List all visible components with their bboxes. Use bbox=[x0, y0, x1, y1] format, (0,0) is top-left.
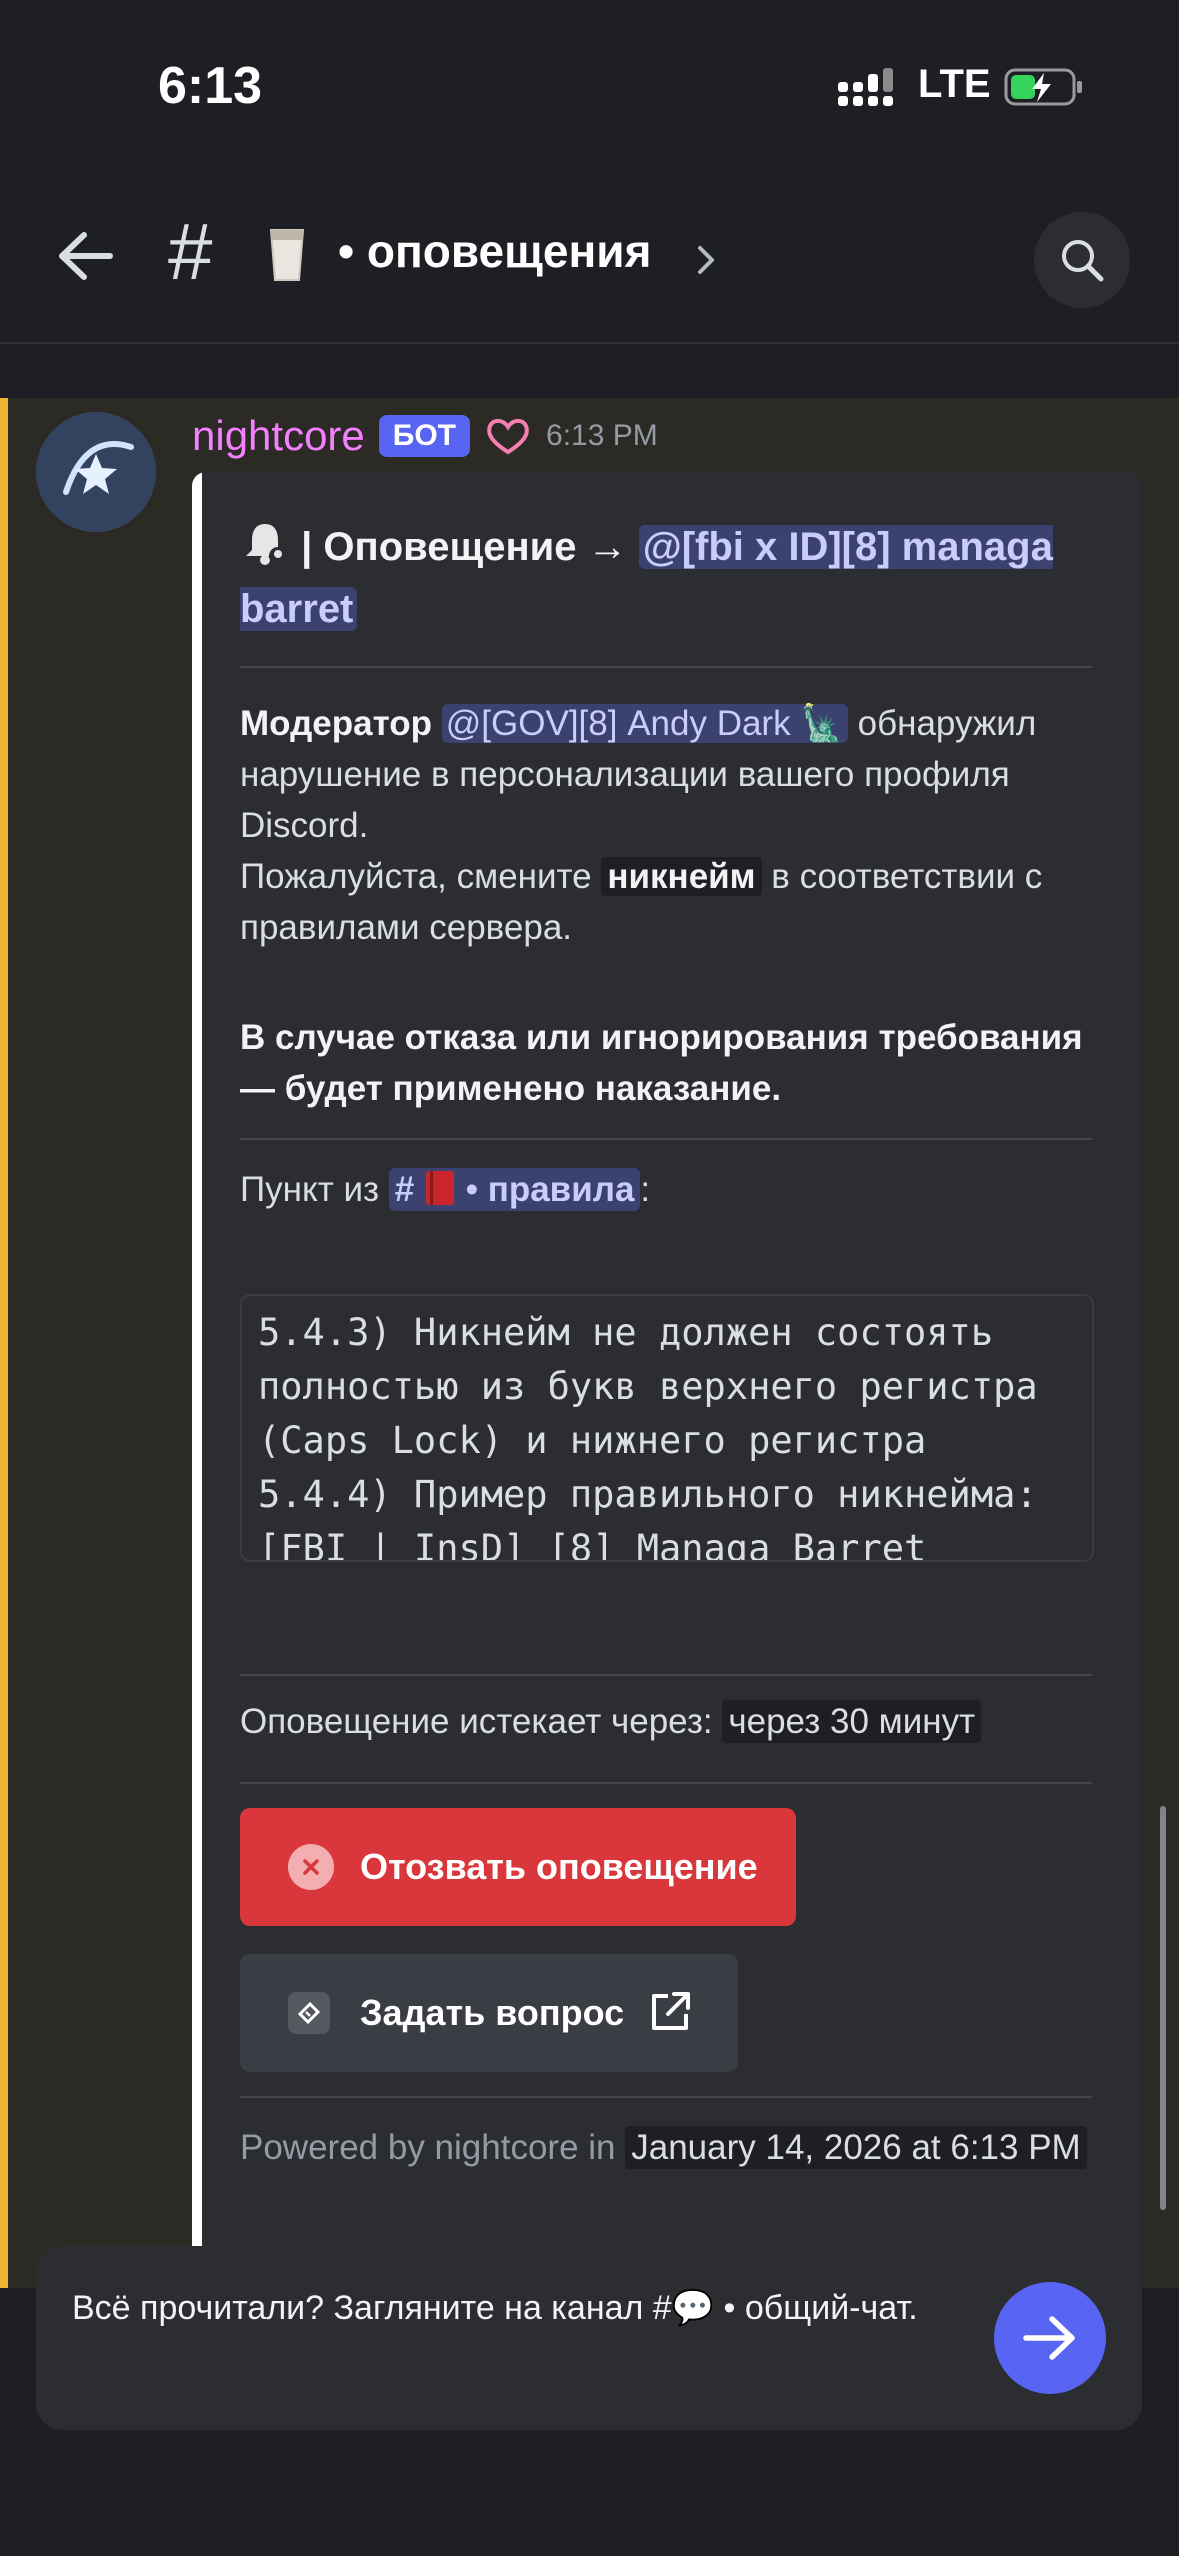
author-name[interactable]: nightcore bbox=[192, 412, 365, 460]
go-to-channel-button[interactable] bbox=[994, 2282, 1106, 2394]
back-button[interactable] bbox=[50, 224, 120, 288]
rule-prefix: Пункт из bbox=[240, 1170, 380, 1209]
close-icon bbox=[288, 1844, 334, 1890]
arrow-right-icon bbox=[1023, 2316, 1075, 2360]
footer-date: January 14, 2026 at 6:13 PM bbox=[625, 2126, 1087, 2169]
divider bbox=[240, 1782, 1092, 1784]
rule-colon: : bbox=[640, 1170, 651, 1209]
external-link-icon bbox=[652, 1992, 690, 2030]
embed-description: Модератор @[GOV][8] Andy Dark 🗽 обнаружи… bbox=[240, 698, 1092, 953]
expiry-value: через 30 минут bbox=[722, 1700, 982, 1743]
divider bbox=[240, 1674, 1092, 1676]
revoke-alert-label: Отозвать оповещение bbox=[360, 1846, 758, 1887]
divider bbox=[240, 1138, 1092, 1140]
scrollbar[interactable] bbox=[1160, 1806, 1166, 2210]
cellular-signal-icon bbox=[838, 68, 893, 106]
message-timestamp: 6:13 PM bbox=[546, 419, 658, 452]
ticket-icon bbox=[288, 1992, 330, 2034]
channel-title[interactable]: • оповещения bbox=[338, 224, 651, 278]
divider bbox=[240, 2096, 1092, 2098]
moderator-mention[interactable]: @[GOV][8] Andy Dark 🗽 bbox=[441, 704, 848, 743]
bot-badge: БОТ bbox=[378, 415, 471, 457]
warning-text: В случае отказа или игнорирования требов… bbox=[240, 1018, 1083, 1108]
star-logo-icon bbox=[36, 412, 156, 532]
channel-mention-rules[interactable]: # • правила bbox=[388, 1168, 641, 1211]
avatar[interactable] bbox=[36, 412, 156, 532]
chevron-right-icon[interactable] bbox=[692, 242, 720, 278]
expiry-field: Оповещение истекает через: через 30 мину… bbox=[240, 1694, 982, 1750]
message-header: nightcore БОТ 6:13 PM bbox=[192, 406, 658, 466]
search-button[interactable] bbox=[1034, 212, 1130, 308]
read-notice-banner[interactable]: Всё прочитали? Загляните на канал #💬 • о… bbox=[36, 2246, 1142, 2430]
heart-icon bbox=[487, 418, 529, 455]
clock: 6:13 bbox=[158, 57, 263, 115]
arrow-left-icon bbox=[59, 232, 113, 280]
embed-title: | Оповещение → @[fbi x ID][8] managa bar… bbox=[240, 516, 1092, 640]
description-text-2-prefix: Пожалуйста, смените bbox=[240, 857, 592, 896]
revoke-alert-button[interactable]: Отозвать оповещение bbox=[240, 1808, 796, 1926]
status-bar: 6:13 LTE bbox=[0, 0, 1179, 170]
ask-question-button[interactable]: Задать вопрос bbox=[240, 1954, 738, 2072]
channel-hash-icon: # bbox=[168, 207, 213, 296]
milk-glass-icon bbox=[269, 229, 305, 281]
battery-charging-icon bbox=[1004, 68, 1082, 106]
embed-title-prefix: | Оповещение → bbox=[301, 525, 628, 569]
mention-highlight-bar bbox=[0, 398, 8, 2288]
embed-accent-bar bbox=[192, 472, 202, 2312]
read-notice-text: Всё прочитали? Загляните на канал #💬 • о… bbox=[72, 2289, 918, 2327]
channel-header: # • оповещения bbox=[0, 170, 1179, 344]
network-type: LTE bbox=[918, 62, 991, 106]
rule-reference: Пункт из # • правила: bbox=[240, 1162, 650, 1218]
red-book-icon bbox=[425, 1171, 454, 1205]
divider bbox=[240, 666, 1092, 668]
rule-code-block: 5.4.3) Никнейм не должен состоять полнос… bbox=[240, 1294, 1094, 1562]
embed-footer: Powered by nightcore in January 14, 2026… bbox=[240, 2122, 1092, 2173]
search-icon bbox=[1062, 240, 1104, 282]
expiry-label: Оповещение истекает через: bbox=[240, 1702, 713, 1741]
nickname-code: никнейм bbox=[601, 857, 762, 896]
bottom-area bbox=[0, 2430, 1179, 2556]
channel-mention-rules-label: правила bbox=[487, 1170, 635, 1209]
footer-prefix: Powered by nightcore in bbox=[240, 2128, 616, 2167]
rule-text: 5.4.3) Никнейм не должен состоять полнос… bbox=[258, 1311, 1060, 1562]
ask-question-label: Задать вопрос bbox=[360, 1992, 625, 2033]
bell-icon bbox=[246, 524, 287, 565]
moderator-label: Модератор bbox=[240, 704, 433, 743]
